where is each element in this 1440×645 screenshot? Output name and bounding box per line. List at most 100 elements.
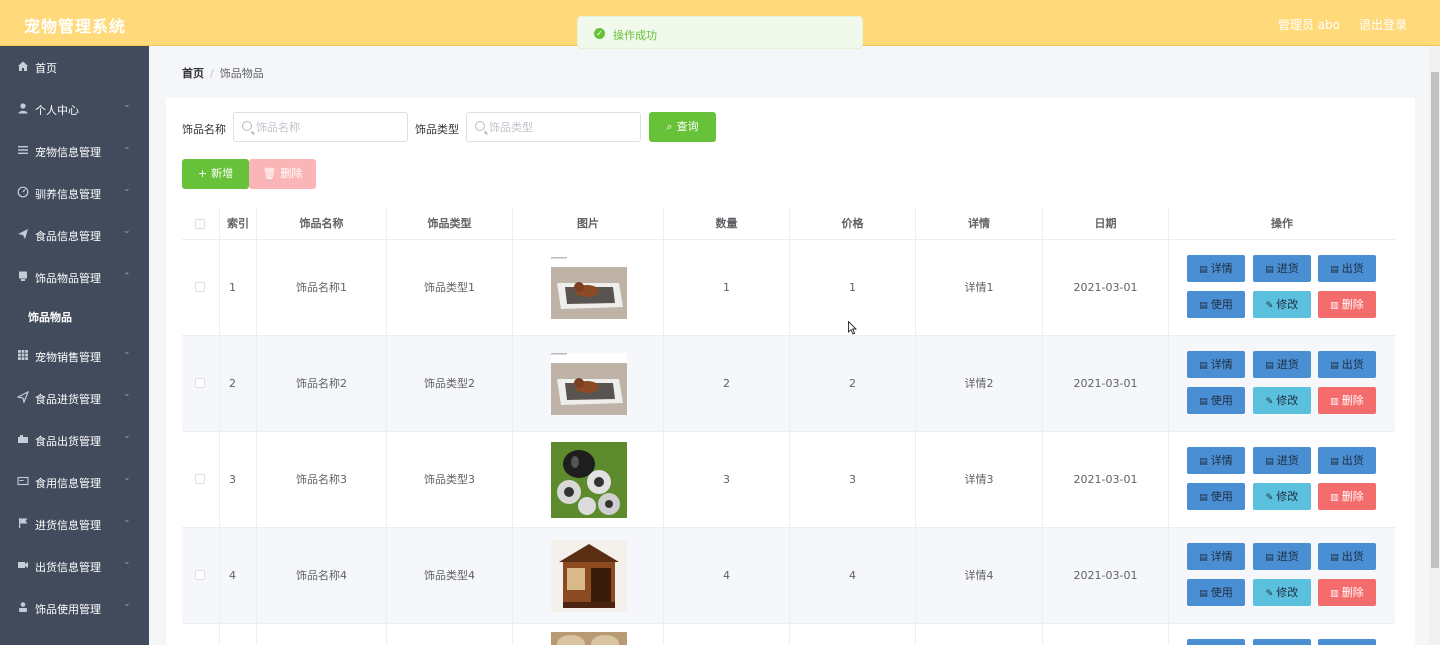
row-checkbox[interactable] [195, 474, 205, 484]
detail-button[interactable]: ▤ 详情 [1187, 351, 1245, 378]
stock-in-button[interactable]: ▤ 进货 [1253, 447, 1311, 474]
stock-out-button[interactable]: ▤ 出货 [1318, 543, 1376, 570]
document-icon: ▤ [1199, 493, 1208, 503]
stock-out-button[interactable]: ▤ 出货 [1318, 447, 1376, 474]
breadcrumb-home[interactable]: 首页 [182, 67, 204, 80]
success-toast: ✓ 操作成功 [577, 16, 863, 49]
delete-button-label: 删除 [1341, 394, 1364, 407]
trash-icon: ▥ [1330, 589, 1339, 599]
add-button[interactable]: + 新增 [182, 159, 249, 189]
cell-ops: ▤ 详情 ▤ 进货 ▤ 出货 ▤ 使用 ✎ 修改 ▥ 删除 [1169, 432, 1395, 528]
search-button[interactable]: ⌕ 查询 [649, 112, 716, 142]
sidebar-item-stock-out-info[interactable]: 出货信息管理 ⌄ [0, 545, 149, 587]
chevron-down-icon: ⌄ [123, 347, 131, 357]
sidebar-item-food-stock-out[interactable]: 食品出货管理 ⌄ [0, 419, 149, 461]
edit-button[interactable]: ✎ 修改 [1253, 579, 1311, 606]
stock-in-button[interactable]: ▤ 进货 [1253, 543, 1311, 570]
detail-button[interactable]: ▤ 详情 [1187, 447, 1245, 474]
app-title: 宠物管理系统 [24, 17, 127, 36]
detail-button[interactable] [1187, 639, 1245, 645]
row-checkbox[interactable] [195, 378, 205, 388]
grid-icon [17, 349, 29, 361]
cell-type: 饰品类型1 [387, 240, 513, 336]
edit-button[interactable]: ✎ 修改 [1253, 291, 1311, 318]
sidebar-item-pet-info[interactable]: 宠物信息管理 ⌄ [0, 130, 149, 172]
chevron-down-icon: ⌄ [123, 100, 131, 110]
search-button-label: 查询 [676, 120, 699, 133]
chevron-down-icon: ⌄ [123, 557, 131, 567]
sidebar-item-stock-in-info[interactable]: 进货信息管理 ⌄ [0, 503, 149, 545]
delete-button[interactable]: ▥ 删除 [1318, 483, 1376, 510]
stock-out-button-label: 出货 [1341, 358, 1364, 371]
pencil-icon: ✎ [1265, 301, 1274, 311]
pencil-icon: ✎ [1265, 493, 1274, 503]
logout-link[interactable]: 退出登录 [1359, 16, 1407, 33]
use-button[interactable]: ▤ 使用 [1187, 387, 1245, 414]
delete-button[interactable]: ▥ 删除 [1318, 579, 1376, 606]
detail-button[interactable]: ▤ 详情 [1187, 543, 1245, 570]
use-button[interactable]: ▤ 使用 [1187, 483, 1245, 510]
use-button[interactable]: ▤ 使用 [1187, 291, 1245, 318]
sidebar-item-food-info[interactable]: 食品信息管理 ⌄ [0, 214, 149, 256]
detail-button[interactable]: ▤ 详情 [1187, 255, 1245, 282]
stock-out-button-label: 出货 [1341, 454, 1364, 467]
sidebar-item-training[interactable]: 驯养信息管理 ⌄ [0, 172, 149, 214]
name-filter-input[interactable] [256, 119, 396, 135]
sidebar-subitem-accessory-items[interactable]: 饰品物品 [0, 298, 149, 334]
col-price: 价格 [790, 208, 916, 240]
chevron-down-icon: ⌄ [123, 515, 131, 525]
cell-detail: 详情3 [916, 432, 1043, 528]
edit-button[interactable]: ✎ 修改 [1253, 387, 1311, 414]
card-icon [17, 475, 29, 487]
sidebar-item-label: 个人中心 [35, 104, 79, 117]
stock-out-button[interactable]: ▤ 出货 [1318, 255, 1376, 282]
sidebar-item-profile[interactable]: 个人中心 ⌄ [0, 88, 149, 130]
dog-bed-image [551, 353, 627, 415]
stock-out-button[interactable] [1318, 639, 1376, 645]
stock-out-button-label: 出货 [1341, 550, 1364, 563]
compass-icon [17, 186, 29, 198]
sidebar-item-home[interactable]: 首页 [0, 46, 149, 88]
sidebar-item-food-stock-in[interactable]: 食品进货管理 ⌄ [0, 377, 149, 419]
table-row: 3 饰品名称3 饰品类型3 3 3 详情3 2021-03-01 ▤ 详情 ▤ 进货… [182, 432, 1395, 528]
document-icon: ▤ [1265, 553, 1274, 563]
cell-index: 3 [220, 432, 257, 528]
trash-icon: ▥ [1330, 493, 1339, 503]
use-button[interactable]: ▤ 使用 [1187, 579, 1245, 606]
stock-in-button[interactable] [1253, 639, 1311, 645]
sidebar-item-pet-sales[interactable]: 宠物销售管理 ⌄ [0, 335, 149, 377]
document-icon: ▤ [1265, 265, 1274, 275]
dog-bed-image [551, 257, 627, 319]
row-checkbox[interactable] [195, 570, 205, 580]
type-filter-field[interactable] [466, 112, 641, 142]
delete-button[interactable]: ▥ 删除 [1318, 387, 1376, 414]
name-filter-field[interactable] [233, 112, 408, 142]
chevron-down-icon: ⌄ [123, 389, 131, 399]
col-date: 日期 [1043, 208, 1169, 240]
list-icon [17, 144, 29, 156]
sidebar-item-label: 宠物销售管理 [35, 351, 101, 364]
sidebar-item-label: 首页 [35, 62, 57, 75]
name-filter-label: 饰品名称 [182, 123, 226, 136]
camera-icon [17, 559, 29, 571]
delete-button[interactable]: ▥ 删除 [1318, 291, 1376, 318]
sidebar-item-accessory-use[interactable]: 饰品使用管理 ⌄ [0, 587, 149, 629]
row-checkbox[interactable] [195, 282, 205, 292]
cell-ops: ▤ 详情 ▤ 进货 ▤ 出货 ▤ 使用 ✎ 修改 ▥ 删除 [1169, 528, 1395, 624]
cell-detail: 详情1 [916, 240, 1043, 336]
sidebar-item-feeding[interactable]: 食用信息管理 ⌄ [0, 461, 149, 503]
select-all-cell [182, 208, 220, 240]
page-scrollbar-thumb[interactable] [1431, 72, 1439, 568]
stock-in-button[interactable]: ▤ 进货 [1253, 255, 1311, 282]
select-all-checkbox[interactable] [195, 219, 205, 229]
col-index: 索引 [220, 208, 257, 240]
cell-price: 4 [790, 528, 916, 624]
stock-out-button[interactable]: ▤ 出货 [1318, 351, 1376, 378]
batch-delete-button[interactable]: 🗑 删除 [249, 159, 316, 189]
type-filter-input[interactable] [489, 119, 629, 135]
sidebar-item-accessory[interactable]: 饰品物品管理 ⌃ [0, 256, 149, 298]
stock-in-button[interactable]: ▤ 进货 [1253, 351, 1311, 378]
stock-in-button-label: 进货 [1276, 262, 1299, 275]
edit-button[interactable]: ✎ 修改 [1253, 483, 1311, 510]
cell-price [790, 624, 916, 645]
